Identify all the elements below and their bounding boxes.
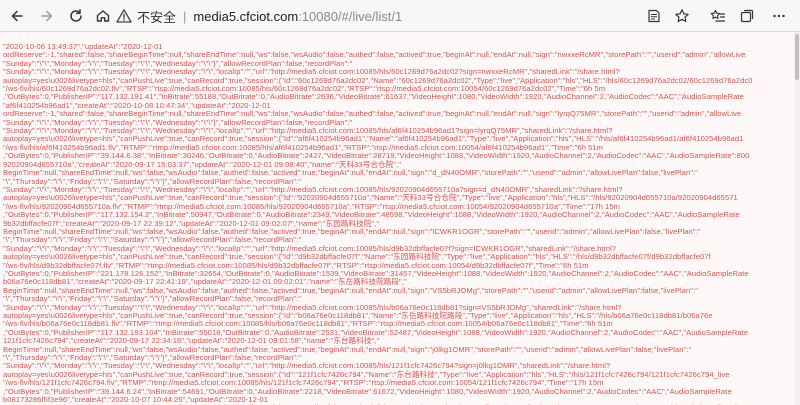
home-button[interactable] — [90, 3, 116, 29]
more-horizontal-icon — [773, 14, 785, 18]
url-host[interactable]: media5.cfciot.com — [193, 9, 298, 24]
security-label[interactable]: 不安全 — [137, 7, 176, 26]
read-aloud-button[interactable] — [641, 3, 667, 29]
url-path[interactable]: :10080/#/live/list/1 — [298, 9, 402, 24]
favorites-list-icon — [710, 9, 726, 22]
forward-button[interactable] — [34, 3, 60, 29]
settings-menu-button[interactable] — [766, 3, 792, 29]
collections-button[interactable] — [734, 3, 760, 29]
browser-toolbar: 不安全 | media5.cfciot.com:10080/#/live/lis… — [0, 0, 800, 32]
favorite-button[interactable] — [669, 3, 695, 29]
url-separator: | — [183, 8, 187, 24]
scrollbar-thumb[interactable] — [795, 34, 799, 80]
address-bar[interactable]: 不安全 | media5.cfciot.com:10080/#/live/lis… — [116, 4, 636, 28]
read-aloud-icon — [648, 9, 660, 23]
page-content: "2020-10-06 13:49:37","updateAt":"2020-1… — [0, 32, 800, 405]
favorites-bar-button[interactable] — [705, 3, 731, 29]
raw-json-response: "2020-10-06 13:49:37","updateAt":"2020-1… — [3, 42, 753, 405]
vertical-scrollbar[interactable] — [794, 32, 800, 405]
refresh-button[interactable] — [63, 3, 89, 29]
star-icon — [675, 9, 689, 23]
refresh-icon — [70, 9, 82, 22]
arrow-right-icon — [41, 10, 53, 22]
collections-icon — [740, 9, 754, 23]
home-icon — [96, 10, 110, 22]
warning-icon — [116, 9, 132, 23]
arrow-left-icon — [11, 10, 23, 22]
back-button[interactable] — [4, 3, 30, 29]
